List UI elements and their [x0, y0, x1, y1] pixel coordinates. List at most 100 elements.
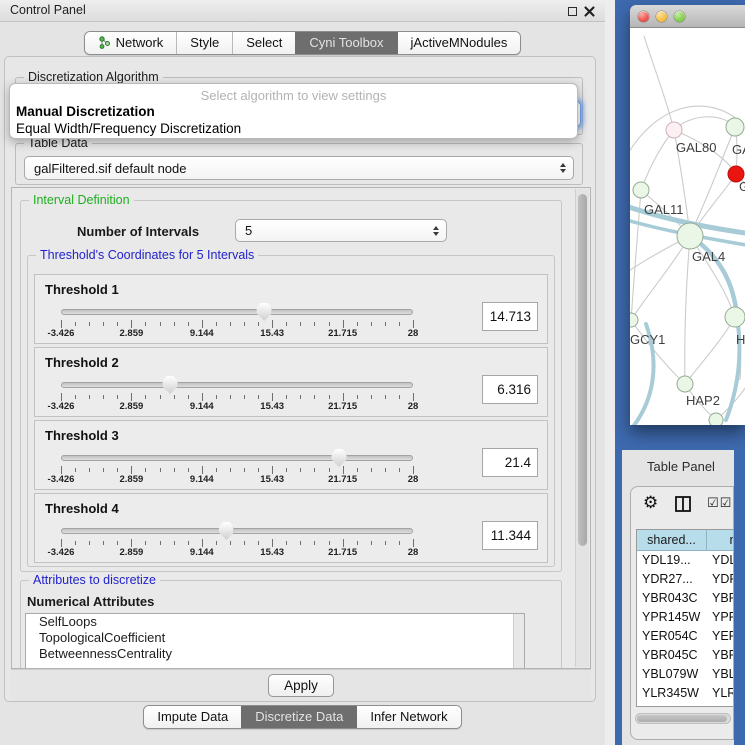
num-intervals-combobox[interactable]: 5: [235, 219, 447, 242]
close-icon: [584, 6, 595, 17]
network-node-label: G: [739, 179, 745, 194]
slider-tick-labels: -3.4262.8599.14415.4321.71528: [61, 474, 413, 486]
table-cell: YIL052C: [637, 703, 707, 707]
threshold-slider[interactable]: [61, 308, 413, 318]
tab-style[interactable]: Style: [176, 32, 232, 54]
table-cell: YIL0: [707, 703, 734, 707]
panel-title: Control Panel: [10, 3, 86, 17]
tick-label: -3.426: [48, 547, 75, 558]
slider-tick-labels: -3.4262.8599.14415.4321.71528: [61, 328, 413, 340]
network-node-label: HA: [736, 332, 745, 347]
table-cell: YBR045C: [637, 646, 707, 665]
network-node[interactable]: [726, 118, 744, 136]
table-cell: YBR0: [707, 589, 734, 608]
close-panel-icon[interactable]: [583, 5, 596, 18]
tab-discretize-data[interactable]: Discretize Data: [241, 706, 356, 728]
network-node[interactable]: [677, 223, 703, 249]
table-row[interactable]: YPR145WYPR1: [637, 608, 734, 627]
tab-label: Select: [246, 35, 282, 50]
table-row[interactable]: YDR27...YDR2: [637, 570, 734, 589]
slider-track[interactable]: [61, 382, 413, 388]
table-column-header[interactable]: shared...: [637, 530, 707, 551]
tick-label: 15.43: [260, 328, 284, 339]
table-data-combobox[interactable]: galFiltered.sif default node: [24, 156, 574, 180]
threshold-slider[interactable]: [61, 527, 413, 537]
apply-button[interactable]: Apply: [268, 674, 334, 697]
network-view-window: GAL80GAGGAL11GAL4GCY1HAHAP2: [630, 5, 745, 425]
slider-track[interactable]: [61, 528, 413, 534]
tab-impute-data[interactable]: Impute Data: [144, 706, 241, 728]
threshold-value-field[interactable]: 14.713: [482, 302, 538, 331]
float-panel-icon[interactable]: [566, 5, 579, 18]
slider-track[interactable]: [61, 309, 413, 315]
gear-icon[interactable]: ⚙: [643, 493, 658, 513]
tab-infer-network[interactable]: Infer Network: [356, 706, 460, 728]
network-edge: [644, 36, 674, 130]
threshold-slider[interactable]: [61, 454, 413, 464]
network-node[interactable]: [677, 376, 693, 392]
slider-thumb[interactable]: [163, 376, 178, 394]
minimize-traffic-light[interactable]: [656, 11, 667, 22]
tab-select[interactable]: Select: [232, 32, 295, 54]
table-cell: YBR0: [707, 646, 734, 665]
column-layout-icon[interactable]: [675, 496, 691, 517]
tick-label: 15.43: [260, 474, 284, 485]
threshold-slider[interactable]: [61, 381, 413, 391]
list-scrollbar-thumb[interactable]: [515, 616, 523, 650]
apply-bar: Apply: [11, 669, 591, 701]
tick-label: -3.426: [48, 328, 75, 339]
tab-label: Style: [190, 35, 219, 50]
table-row[interactable]: YLR345WYLR3: [637, 684, 734, 703]
close-traffic-light[interactable]: [638, 11, 649, 22]
table-hscrollbar-thumb[interactable]: [637, 715, 727, 722]
slider-thumb[interactable]: [257, 303, 272, 321]
select-columns-icon[interactable]: ☑☑: [707, 496, 732, 511]
attribute-list-item[interactable]: TopologicalCoefficient: [26, 630, 524, 646]
interval-definition-label: Interval Definition: [29, 193, 134, 207]
zoom-traffic-light[interactable]: [674, 11, 685, 22]
slider-thumb[interactable]: [332, 449, 347, 467]
slider-thumb[interactable]: [219, 522, 234, 540]
threshold-row: Threshold 3 -3.4262.8599.14415.4321.71528…: [34, 420, 548, 490]
settings-scrollbar[interactable]: [575, 189, 589, 667]
network-window-titlebar[interactable]: [630, 5, 745, 28]
slider-track[interactable]: [61, 455, 413, 461]
algorithm-option[interactable]: Equal Width/Frequency Discretization: [10, 120, 577, 137]
table-cell: YDR2: [707, 570, 734, 589]
attribute-list-item[interactable]: SelfLoops: [26, 614, 524, 630]
num-intervals-label: Number of Intervals: [77, 224, 199, 239]
tab-network[interactable]: Network: [85, 32, 177, 54]
threshold-value-field[interactable]: 6.316: [482, 375, 538, 404]
table-hscrollbar[interactable]: [635, 713, 731, 724]
threshold-value-field[interactable]: 11.344: [482, 521, 538, 550]
threshold-value-field[interactable]: 21.4: [482, 448, 538, 477]
list-scrollbar[interactable]: [513, 614, 524, 669]
table-column-header[interactable]: na: [707, 530, 734, 551]
network-canvas[interactable]: GAL80GAGGAL11GAL4GCY1HAHAP2: [630, 28, 745, 425]
attribute-list-item[interactable]: BetweennessCentrality: [26, 646, 524, 662]
network-node[interactable]: [633, 182, 649, 198]
threshold-row: Threshold 2-3.4262.8599.14415.4321.71528…: [34, 347, 548, 417]
settings-scrollbar-thumb[interactable]: [578, 194, 587, 546]
table-row[interactable]: YER054CYER0: [637, 627, 734, 646]
table-row[interactable]: YDL19...YDL1: [637, 551, 734, 570]
table-row[interactable]: YBR043CYBR0: [637, 589, 734, 608]
thresholds-group: Threshold's Coordinates for 5 Intervals …: [27, 255, 555, 567]
top-tabbar: Network Style Select Cyni Toolbox jActiveMNo…: [0, 31, 605, 55]
tab-cyni-toolbox[interactable]: Cyni Toolbox: [295, 32, 396, 54]
network-node[interactable]: [630, 313, 638, 327]
tab-label: Cyni Toolbox: [309, 35, 383, 50]
tab-jactivemnodules[interactable]: jActiveMNodules: [397, 32, 521, 54]
threshold-label: Threshold 3: [45, 428, 119, 443]
network-edge: [641, 130, 674, 190]
network-node[interactable]: [666, 122, 682, 138]
network-node[interactable]: [725, 307, 745, 327]
algorithm-option[interactable]: Manual Discretization: [10, 103, 577, 120]
table-cell: YPR1: [707, 608, 734, 627]
tick-label: 21.715: [328, 547, 357, 558]
table-row[interactable]: YBR045CYBR0: [637, 646, 734, 665]
network-node[interactable]: [709, 413, 723, 425]
table-row[interactable]: YIL052CYIL0: [637, 703, 734, 707]
table-row[interactable]: YBL079WYBL0: [637, 665, 734, 684]
numerical-attributes-label: Numerical Attributes: [27, 594, 154, 609]
